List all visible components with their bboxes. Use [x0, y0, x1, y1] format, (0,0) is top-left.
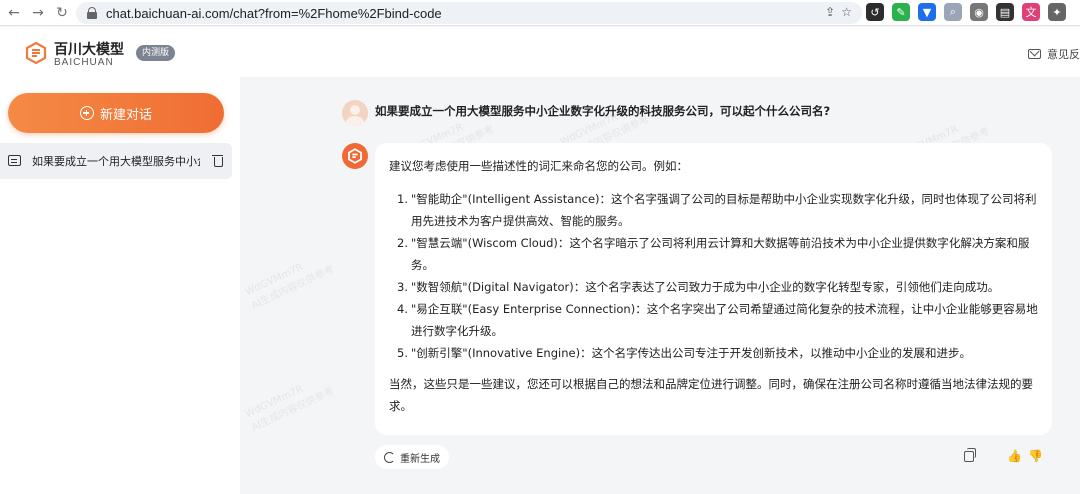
reload-icon[interactable]: ↻ — [50, 1, 74, 25]
browser-toolbar: ← → ↻ chat.baichuan-ai.com/chat?from=%2F… — [0, 0, 1080, 26]
regenerate-label: 重新生成 — [400, 453, 440, 465]
vpn-icon[interactable]: ▼ — [918, 3, 936, 21]
list-item: 4. "易企互联"(Easy Enterprise Connection)：这个名… — [397, 302, 1038, 338]
translate-icon[interactable]: 文 — [1022, 3, 1040, 21]
copy-icon[interactable] — [964, 448, 976, 462]
camera-icon[interactable]: ◉ — [970, 3, 988, 21]
url-text[interactable]: chat.baichuan-ai.com/chat?from=%2Fhome%2… — [106, 6, 442, 21]
share-icon[interactable]: ⇪ — [825, 5, 835, 19]
puzzle-icon[interactable]: ✦ — [1048, 3, 1066, 21]
bot-message: 建议您考虑使用一些描述性的词汇来命名您的公司。例如： 1. "智能助企"(Inte… — [375, 143, 1052, 435]
bot-avatar — [342, 143, 368, 169]
brand-name[interactable]: 百川大模型 — [54, 39, 124, 59]
watermark: WdGVMm7RAI生成内容仅供参考 — [243, 261, 337, 312]
feedback-label: 意见反 — [1047, 48, 1080, 61]
baichuan-logo-icon — [348, 148, 362, 164]
list-item: 3. "数智领航"(Digital Navigator)：这个名字表达了公司致力于… — [397, 280, 1000, 294]
thumbs-down-icon[interactable]: 👎 — [1028, 449, 1043, 463]
refresh-icon — [384, 451, 395, 463]
baichuan-logo-icon[interactable] — [24, 41, 48, 65]
forward-arrow-icon[interactable]: → — [26, 1, 50, 25]
extension-icon[interactable]: ↺ — [866, 3, 884, 21]
sidebar: 新建对话 如果要成立一个用大模型服务中小企业数字化升级的科技服务公司，可以起个什… — [0, 77, 240, 494]
reader-icon[interactable]: ▤ — [996, 3, 1014, 21]
list-item: 2. "智慧云端"(Wiscom Cloud)：这个名字暗示了公司将利用云计算和大… — [397, 236, 1030, 272]
new-chat-button[interactable]: 新建对话 — [8, 93, 224, 133]
regenerate-button[interactable]: 重新生成 — [375, 445, 449, 469]
answer-closing: 当然，这些只是一些建议，您还可以根据自己的想法和品牌定位进行调整。同时，确保在注… — [389, 377, 1033, 413]
suggestion-list: 1. "智能助企"(Intelligent Assistance)：这个名字强调了… — [389, 188, 1038, 364]
star-icon[interactable]: ☆ — [841, 5, 852, 19]
feedback-button[interactable]: 意见反 — [1028, 46, 1080, 62]
new-chat-label: 新建对话 — [99, 107, 152, 123]
lock-icon[interactable] — [86, 7, 98, 19]
search-extension-icon[interactable]: ⌕ — [944, 3, 962, 21]
app-header: 百川大模型 BAICHUAN 内测版 意见反 — [0, 27, 1080, 77]
extensions-bar: ↺ ✎ ▼ ⌕ ◉ ▤ 文 ✦ — [866, 3, 1066, 21]
conversation-title: 如果要成立一个用大模型服务中小企业数字化升级的科技服务公司，可以起个什么公司名？ — [32, 155, 200, 168]
answer-intro: 建议您考虑使用一些描述性的词汇来命名您的公司。例如： — [389, 159, 688, 173]
plus-circle-icon — [79, 106, 94, 120]
trash-icon[interactable] — [212, 154, 223, 167]
user-avatar — [342, 100, 368, 126]
mail-icon — [1028, 49, 1041, 59]
thumbs-up-icon[interactable]: 👍 — [1007, 449, 1022, 463]
list-item: 1. "智能助企"(Intelligent Assistance)：这个名字强调了… — [397, 192, 1037, 228]
chat-bubble-icon — [8, 155, 21, 166]
list-item: 5. "创新引擎"(Innovative Engine)：这个名字传达出公司专注于… — [397, 346, 972, 360]
watermark: WdGVMm7RAI生成内容仅供参考 — [243, 383, 337, 434]
brand-name-en[interactable]: BAICHUAN — [54, 57, 114, 68]
user-message: 如果要成立一个用大模型服务中小企业数字化升级的科技服务公司，可以起个什么公司名? — [375, 104, 831, 118]
evernote-icon[interactable]: ✎ — [892, 3, 910, 21]
back-arrow-icon[interactable]: ← — [2, 1, 26, 25]
sidebar-conversation-item[interactable]: 如果要成立一个用大模型服务中小企业数字化升级的科技服务公司，可以起个什么公司名？ — [0, 143, 232, 179]
address-bar[interactable]: chat.baichuan-ai.com/chat?from=%2Fhome%2… — [76, 2, 862, 24]
beta-badge: 内测版 — [136, 45, 176, 61]
